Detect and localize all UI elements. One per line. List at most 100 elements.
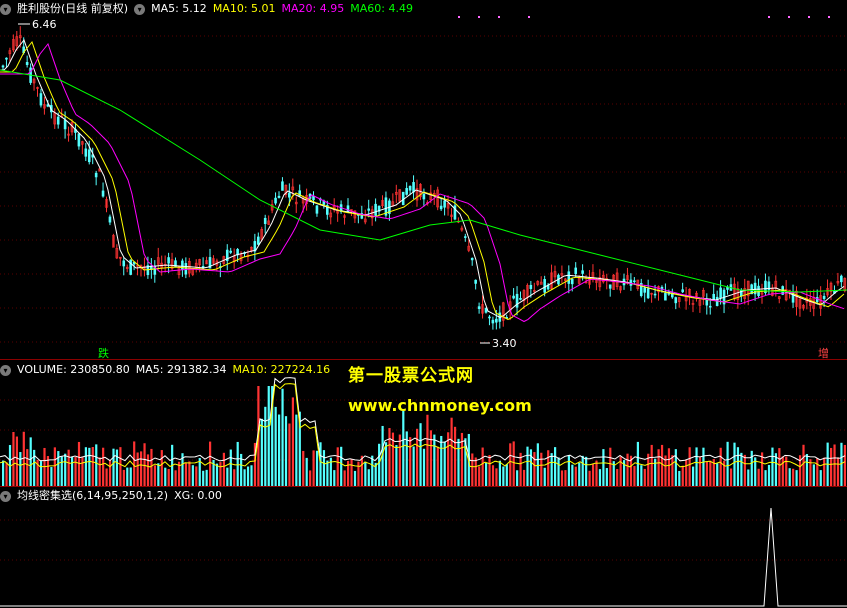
volume-ma5-line bbox=[0, 377, 846, 462]
volume-bar bbox=[481, 447, 484, 486]
volume-bar bbox=[302, 450, 305, 486]
volume-bar bbox=[129, 467, 132, 486]
volume-bar bbox=[560, 470, 564, 486]
volume-bar bbox=[205, 469, 208, 486]
volume-bar bbox=[550, 453, 553, 486]
candle-body bbox=[274, 197, 277, 204]
candle-body bbox=[346, 205, 350, 213]
candle-body bbox=[581, 270, 584, 274]
volume-bar bbox=[81, 456, 84, 486]
volume-bar bbox=[609, 447, 612, 486]
volume-bar bbox=[543, 467, 546, 486]
candlestick-chart[interactable] bbox=[0, 0, 847, 608]
volume-bar bbox=[729, 468, 733, 486]
volume-bar bbox=[833, 444, 836, 486]
volume-bar bbox=[160, 450, 163, 486]
volume-bar bbox=[453, 426, 457, 486]
volume-bar bbox=[650, 444, 653, 486]
volume-bar bbox=[150, 448, 153, 486]
candle-body bbox=[708, 305, 712, 308]
candle-body bbox=[567, 271, 571, 284]
volume-bar bbox=[143, 443, 146, 486]
volume-bar bbox=[640, 465, 643, 486]
volume-bar bbox=[643, 468, 646, 486]
volume-bar bbox=[774, 453, 777, 486]
candle-body bbox=[491, 319, 495, 324]
volume-bar bbox=[778, 448, 781, 486]
volume-bar bbox=[547, 450, 550, 486]
candle-body bbox=[25, 62, 29, 65]
tag-left: 跌 bbox=[98, 347, 109, 360]
volume-bar bbox=[805, 454, 809, 486]
candle-body bbox=[574, 267, 578, 274]
xg-signal-line bbox=[0, 507, 847, 607]
candle-body bbox=[87, 149, 91, 163]
watermark-title: 第一股票公式网 bbox=[348, 366, 474, 386]
volume-bar bbox=[360, 455, 363, 486]
candle-body bbox=[822, 295, 826, 299]
candle-body bbox=[167, 257, 170, 264]
volume-bar bbox=[167, 469, 170, 486]
volume-bar bbox=[823, 457, 826, 486]
volume-bar bbox=[243, 469, 246, 486]
volume-bar bbox=[733, 442, 736, 486]
volume-bar bbox=[191, 465, 194, 486]
volume-bar bbox=[105, 468, 108, 486]
candle-body bbox=[512, 295, 515, 299]
candle-body bbox=[422, 194, 426, 200]
volume-value: VOLUME: 230850.80 bbox=[17, 363, 130, 376]
candle-body bbox=[463, 236, 467, 238]
volume-bar bbox=[305, 457, 308, 486]
indicator-header: ▾ 均线密集选(6,14,95,250,1,2) XG: 0.00 bbox=[0, 487, 228, 505]
volume-bar bbox=[736, 447, 740, 486]
volume-bar bbox=[288, 423, 291, 486]
marker-dot bbox=[478, 16, 480, 18]
volume-bar bbox=[474, 457, 477, 486]
volume-bar bbox=[291, 397, 294, 486]
candle-body bbox=[312, 195, 315, 201]
volume-bar bbox=[98, 457, 101, 486]
volume-bar bbox=[516, 470, 519, 486]
volume-bar bbox=[429, 430, 432, 486]
candle-body bbox=[256, 236, 260, 245]
volume-bar bbox=[422, 448, 426, 486]
candle-body bbox=[570, 279, 574, 285]
volume-bar bbox=[457, 438, 460, 486]
volume-bar bbox=[412, 446, 415, 486]
volume-bar bbox=[367, 469, 370, 486]
candle-body bbox=[56, 116, 60, 125]
volume-bar bbox=[436, 446, 439, 486]
candle-body bbox=[470, 257, 474, 261]
marker-dot bbox=[528, 16, 530, 18]
volume-bar bbox=[450, 417, 453, 486]
volume-bar bbox=[174, 470, 177, 486]
volume-bar bbox=[226, 467, 229, 486]
settings-icon[interactable]: ▾ bbox=[0, 364, 11, 376]
volume-bar bbox=[322, 450, 326, 486]
ma5-line bbox=[0, 38, 845, 319]
volume-bar bbox=[74, 456, 77, 486]
volume-bar bbox=[409, 437, 412, 486]
volume-bar bbox=[685, 459, 688, 486]
volume-bar bbox=[764, 470, 767, 486]
volume-bar bbox=[388, 428, 391, 486]
volume-bar bbox=[598, 469, 602, 486]
volume-bar bbox=[29, 437, 32, 486]
candle-body bbox=[408, 185, 412, 191]
candle-body bbox=[263, 217, 267, 224]
marker-dot bbox=[828, 16, 830, 18]
candle-body bbox=[184, 263, 188, 275]
volume-bar bbox=[343, 470, 346, 486]
volume-bar bbox=[812, 464, 815, 486]
high-label: 6.46 bbox=[32, 18, 57, 31]
volume-bar bbox=[533, 452, 536, 486]
marker-dot bbox=[788, 16, 790, 18]
candle-body bbox=[39, 93, 43, 106]
volume-bar bbox=[688, 447, 691, 486]
settings-icon[interactable]: ▾ bbox=[0, 490, 11, 502]
volume-bar bbox=[678, 470, 681, 486]
volume-bar bbox=[384, 442, 388, 486]
volume-bar bbox=[236, 441, 239, 486]
candle-body bbox=[77, 133, 81, 147]
volume-bar bbox=[567, 454, 570, 486]
